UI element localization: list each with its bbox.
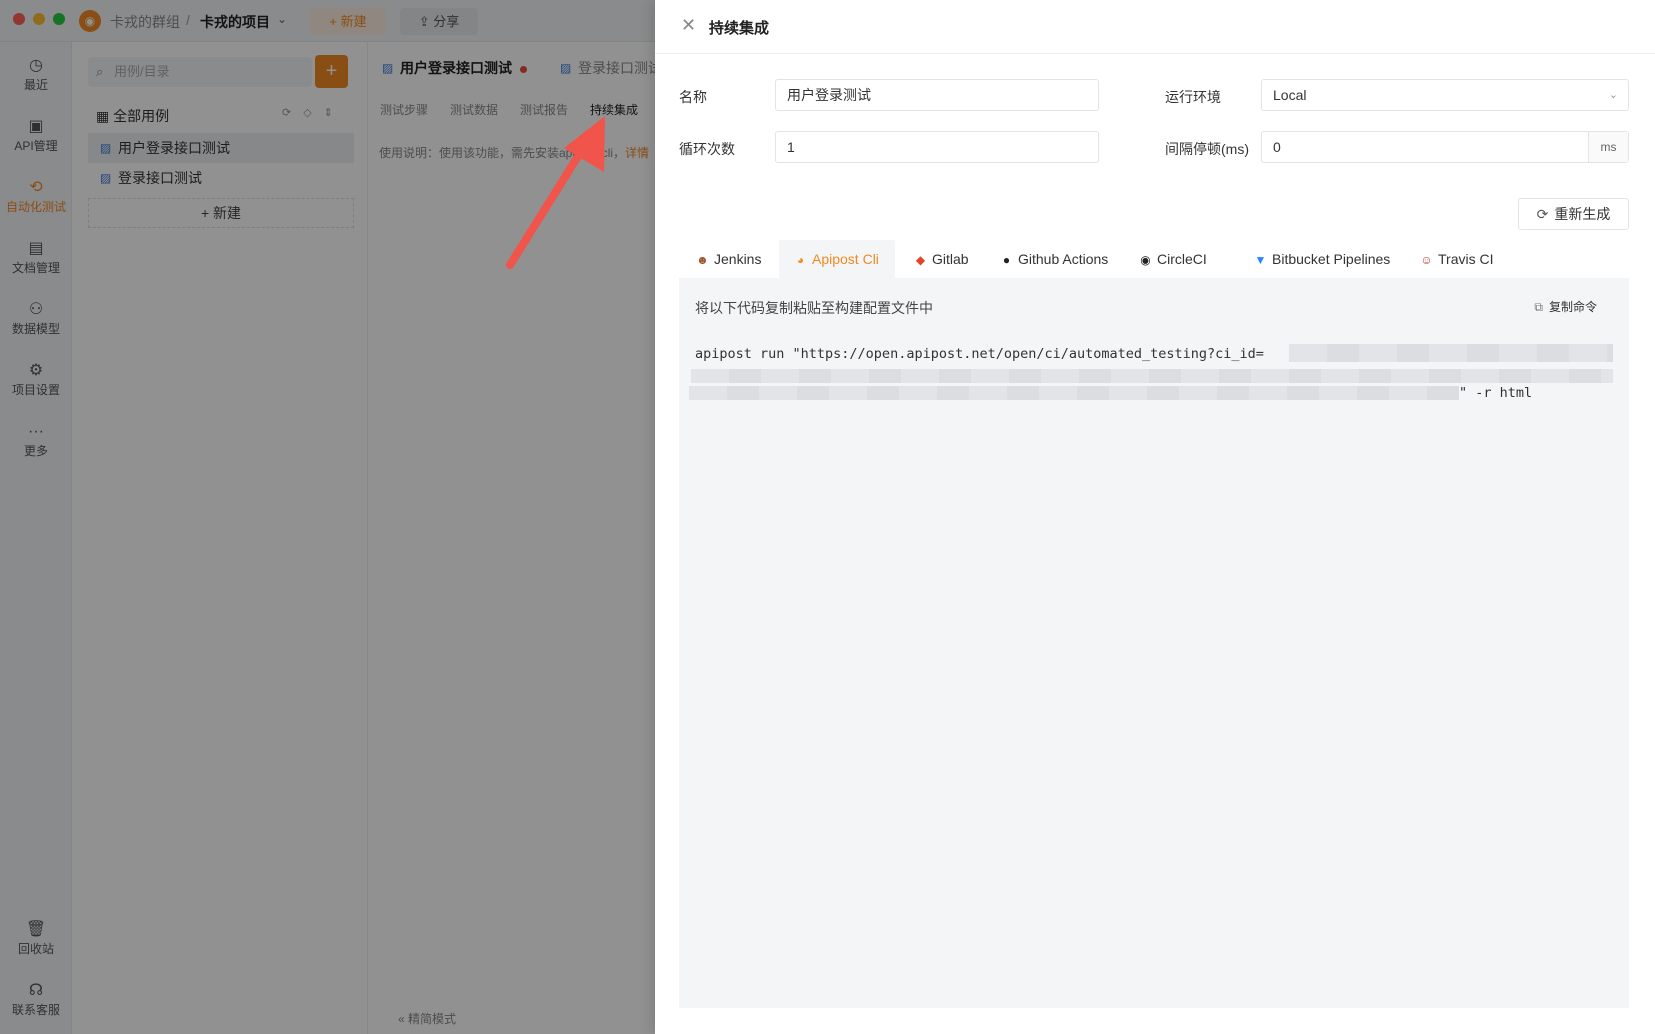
name-value: 用户登录测试 <box>787 87 871 103</box>
tab-gitlab[interactable]: ◆ Gitlab <box>913 240 985 278</box>
code-hint: 将以下代码复制粘贴至构建配置文件中 <box>695 300 933 316</box>
env-select[interactable]: Local ⌄ <box>1261 79 1629 111</box>
code-panel: 将以下代码复制粘贴至构建配置文件中 ⧉ 复制命令 apipost run "htt… <box>679 278 1629 1008</box>
tab-circleci[interactable]: ◉ CircleCI <box>1138 240 1223 278</box>
gitlab-icon: ◆ <box>915 253 926 267</box>
travis-icon: ☺ <box>1420 253 1433 267</box>
tab-bitbucket-pipelines[interactable]: ▼ Bitbucket Pipelines <box>1253 240 1406 278</box>
interval-unit: ms <box>1588 132 1628 162</box>
ci-tabs: ☻ Jenkins ◕ Apipost Cli ◆ Gitlab ● Github Ac… <box>679 240 1629 278</box>
loop-value: 1 <box>787 139 795 155</box>
interval-label: 间隔停顿(ms) <box>1165 141 1249 157</box>
ci-tab-label: CircleCI <box>1157 251 1207 267</box>
env-value: Local <box>1273 87 1307 103</box>
drawer-header: ✕ 持续集成 <box>655 0 1655 54</box>
drawer-title: 持续集成 <box>709 20 770 37</box>
github-icon: ● <box>1002 253 1011 267</box>
tab-github-actions[interactable]: ● Github Actions <box>999 240 1124 278</box>
refresh-icon: ⟳ <box>1536 206 1549 222</box>
ci-tab-label: Jenkins <box>714 251 762 267</box>
close-icon[interactable]: ✕ <box>681 15 696 36</box>
chevron-down-icon: ⌄ <box>1608 89 1618 101</box>
code-suffix[interactable]: " -r html <box>1459 385 1532 401</box>
code-prefix[interactable]: apipost run "https://open.apipost.net/op… <box>695 346 1264 362</box>
annotation-arrow-icon <box>506 116 605 269</box>
name-field[interactable]: 用户登录测试 <box>775 79 1099 111</box>
apipost-icon: ◕ <box>796 253 805 267</box>
redacted-block <box>689 386 1459 400</box>
interval-value: 0 <box>1273 139 1281 155</box>
env-label: 运行环境 <box>1165 89 1221 105</box>
regen-label: 重新生成 <box>1554 206 1611 222</box>
loop-count-field[interactable]: 1 <box>775 131 1099 163</box>
copy-icon: ⧉ <box>1534 300 1543 314</box>
ci-tab-label: Github Actions <box>1018 251 1109 267</box>
tab-apipost-cli[interactable]: ◕ Apipost Cli <box>779 240 895 278</box>
regenerate-button[interactable]: ⟳ 重新生成 <box>1518 198 1629 230</box>
interval-field[interactable]: 0 ms <box>1261 131 1629 163</box>
redacted-block <box>1289 344 1613 362</box>
loop-label: 循环次数 <box>679 141 735 157</box>
ci-drawer: ✕ 持续集成 名称 用户登录测试 运行环境 Local ⌄ 循环次数 1 间隔停顿… <box>655 0 1655 1034</box>
tab-travis-ci[interactable]: ☺ Travis CI <box>1419 240 1509 278</box>
jenkins-icon: ☻ <box>696 253 709 267</box>
copy-label: 复制命令 <box>1548 300 1597 314</box>
ci-tab-label: Gitlab <box>932 251 969 267</box>
tab-jenkins[interactable]: ☻ Jenkins <box>695 240 777 278</box>
ci-tab-label: Travis CI <box>1438 251 1494 267</box>
circleci-icon: ◉ <box>1140 253 1151 267</box>
ci-tab-label: Bitbucket Pipelines <box>1272 251 1391 267</box>
copy-command-button[interactable]: ⧉ 复制命令 <box>1534 298 1597 315</box>
ci-tab-label: Apipost Cli <box>812 251 879 267</box>
redacted-block <box>691 369 1613 383</box>
bitbucket-icon: ▼ <box>1254 253 1267 267</box>
name-label: 名称 <box>679 89 707 105</box>
